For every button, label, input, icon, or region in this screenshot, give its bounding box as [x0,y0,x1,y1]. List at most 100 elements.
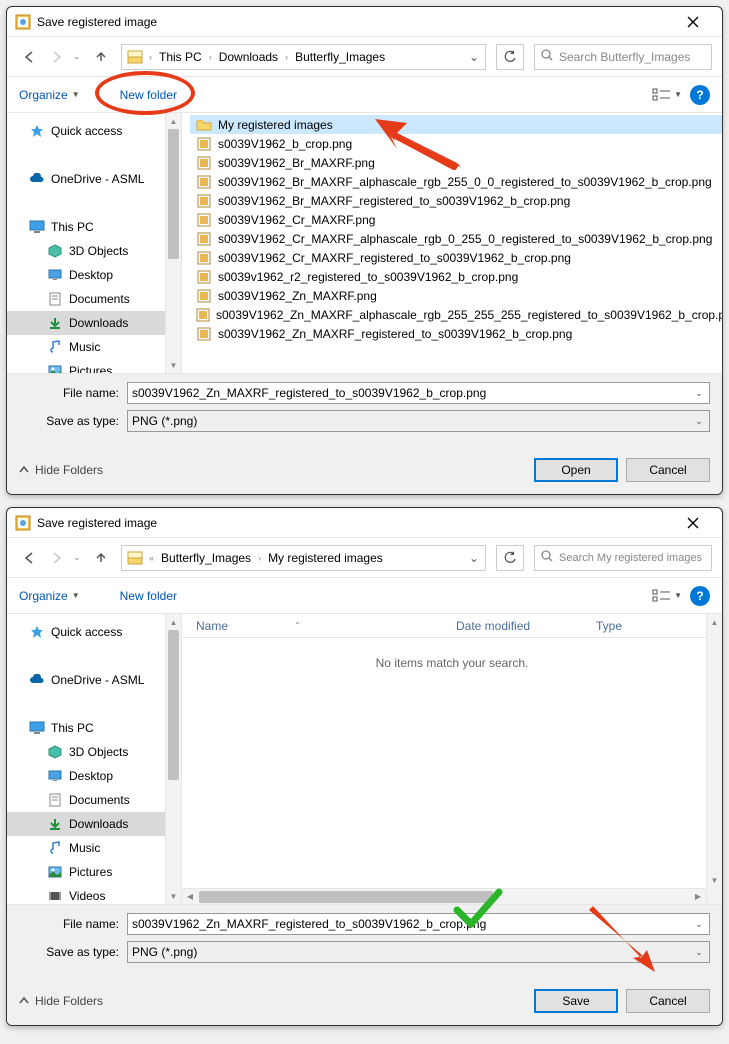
file-row[interactable]: s0039V1962_Br_MAXRF_registered_to_s0039V… [190,191,722,210]
video-icon [47,888,63,904]
file-row[interactable]: s0039V1962_Br_MAXRF_alphascale_rgb_255_0… [190,172,722,191]
filename-dropdown[interactable]: ⌄ [691,914,707,934]
file-row[interactable]: s0039V1962_Cr_MAXRF_registered_to_s0039V… [190,248,722,267]
forward-button[interactable] [45,546,69,570]
close-button[interactable] [672,508,714,538]
sidebar-scrollbar[interactable]: ▲ ▼ [165,113,181,373]
file-row[interactable]: s0039V1962_Cr_MAXRF_alphascale_rgb_0_255… [190,229,722,248]
filename-input[interactable]: s0039V1962_Zn_MAXRF_registered_to_s0039V… [127,382,710,404]
back-button[interactable] [17,45,41,69]
column-date[interactable]: Date modified [456,619,596,633]
close-icon [687,517,699,529]
help-button[interactable]: ? [690,85,710,105]
savetype-dropdown[interactable]: ⌄ [691,942,707,962]
sidebar-item-desktop[interactable]: Desktop [7,263,181,287]
refresh-button[interactable] [496,44,524,70]
help-button[interactable]: ? [690,586,710,606]
sidebar-item-music[interactable]: Music [7,836,181,860]
refresh-button[interactable] [496,545,524,571]
sidebar-item-thispc[interactable]: This PC [7,215,181,239]
path-dropdown[interactable]: ⌄ [465,546,483,570]
up-button[interactable] [89,45,113,69]
pc-icon [29,720,45,736]
sidebar-item-videos[interactable]: Videos [7,884,181,904]
cancel-button[interactable]: Cancel [626,458,710,482]
folder-row[interactable]: My registered images [190,115,722,134]
view-options-button[interactable]: ▼ [652,88,682,102]
breadcrumb-seg[interactable]: My registered images [264,546,387,570]
sidebar-item-onedrive[interactable]: OneDrive - ASML [7,668,181,692]
sidebar-item-pictures[interactable]: Pictures [7,359,181,373]
chevron-icon[interactable]: › [282,52,291,62]
path-dropdown[interactable]: ⌄ [465,45,483,69]
sidebar-item-documents[interactable]: Documents [7,788,181,812]
file-name: s0039V1962_Br_MAXRF_registered_to_s0039V… [218,194,570,208]
breadcrumb-bar[interactable]: › This PC › Downloads › Butterfly_Images… [121,44,486,70]
star-icon [29,624,45,640]
sidebar-item-downloads[interactable]: Downloads [7,812,181,836]
file-row[interactable]: s0039V1962_b_crop.png [190,134,722,153]
save-button[interactable]: Save [534,989,618,1013]
savetype-select[interactable]: PNG (*.png) ⌄ [127,410,710,432]
close-button[interactable] [672,7,714,37]
back-button[interactable] [17,546,41,570]
breadcrumb-seg[interactable]: Butterfly_Images [157,546,255,570]
breadcrumb-seg[interactable]: Downloads [215,45,282,69]
view-icon [652,589,672,603]
new-folder-button[interactable]: New folder [120,88,177,102]
filepane-scrollbar[interactable]: ▲ ▼ [706,614,722,904]
breadcrumb-seg[interactable]: Butterfly_Images [291,45,389,69]
file-row[interactable]: s0039V1962_Cr_MAXRF.png [190,210,722,229]
search-input[interactable]: Search My registered images [534,545,712,571]
file-row[interactable]: s0039V1962_Zn_MAXRF.png [190,286,722,305]
sidebar-scrollbar[interactable]: ▲ ▼ [165,614,181,904]
column-name[interactable]: Name⌃ [196,619,456,633]
column-type[interactable]: Type [596,619,622,633]
savetype-dropdown[interactable]: ⌄ [691,411,707,431]
file-row[interactable]: s0039V1962_Br_MAXRF.png [190,153,722,172]
content-area: Quick access OneDrive - ASML This PC 3D … [7,113,722,373]
sidebar-item-3dobjects[interactable]: 3D Objects [7,239,181,263]
sidebar-item-thispc[interactable]: This PC [7,716,181,740]
filename-input[interactable]: s0039V1962_Zn_MAXRF_registered_to_s0039V… [127,913,710,935]
sidebar-item-pictures[interactable]: Pictures [7,860,181,884]
sidebar-item-quickaccess[interactable]: Quick access [7,620,181,644]
sidebar-item-3dobjects[interactable]: 3D Objects [7,740,181,764]
sidebar-item-music[interactable]: Music [7,335,181,359]
organize-menu[interactable]: Organize ▼ [19,589,80,603]
sidebar-item-onedrive[interactable]: OneDrive - ASML [7,167,181,191]
organize-menu[interactable]: Organize ▼ [19,88,80,102]
breadcrumb-bar[interactable]: « Butterfly_Images › My registered image… [121,545,486,571]
sidebar-item-downloads[interactable]: Downloads [7,311,181,335]
chevron-icon[interactable]: « [146,553,157,563]
cancel-button[interactable]: Cancel [626,989,710,1013]
view-icon [652,88,672,102]
breadcrumb-seg[interactable]: This PC [155,45,206,69]
history-dropdown[interactable]: ⌄ [73,51,85,62]
savetype-select[interactable]: PNG (*.png) ⌄ [127,941,710,963]
image-file-icon [196,269,212,285]
sidebar-item-quickaccess[interactable]: Quick access [7,119,181,143]
image-file-icon [196,307,210,323]
view-options-button[interactable]: ▼ [652,589,682,603]
filename-dropdown[interactable]: ⌄ [691,383,707,403]
pc-icon [29,219,45,235]
empty-message: No items match your search. [182,638,722,670]
search-input[interactable]: Search Butterfly_Images [534,44,712,70]
forward-button[interactable] [45,45,69,69]
file-row[interactable]: s0039V1962_Zn_MAXRF_registered_to_s0039V… [190,324,722,343]
sidebar-item-desktop[interactable]: Desktop [7,764,181,788]
sidebar-item-documents[interactable]: Documents [7,287,181,311]
file-row[interactable]: s0039v1962_r2_registered_to_s0039V1962_b… [190,267,722,286]
up-button[interactable] [89,546,113,570]
horizontal-scrollbar[interactable]: ◀ ▶ [182,888,706,904]
open-button[interactable]: Open [534,458,618,482]
chevron-icon[interactable]: › [255,553,264,563]
chevron-icon[interactable]: › [146,52,155,62]
new-folder-button[interactable]: New folder [120,589,177,603]
history-dropdown[interactable]: ⌄ [73,552,85,563]
file-row[interactable]: s0039V1962_Zn_MAXRF_alphascale_rgb_255_2… [190,305,722,324]
file-name: s0039V1962_Cr_MAXRF_registered_to_s0039V… [218,251,571,265]
chevron-icon[interactable]: › [206,52,215,62]
hide-folders-toggle[interactable]: Hide Folders [19,463,103,477]
